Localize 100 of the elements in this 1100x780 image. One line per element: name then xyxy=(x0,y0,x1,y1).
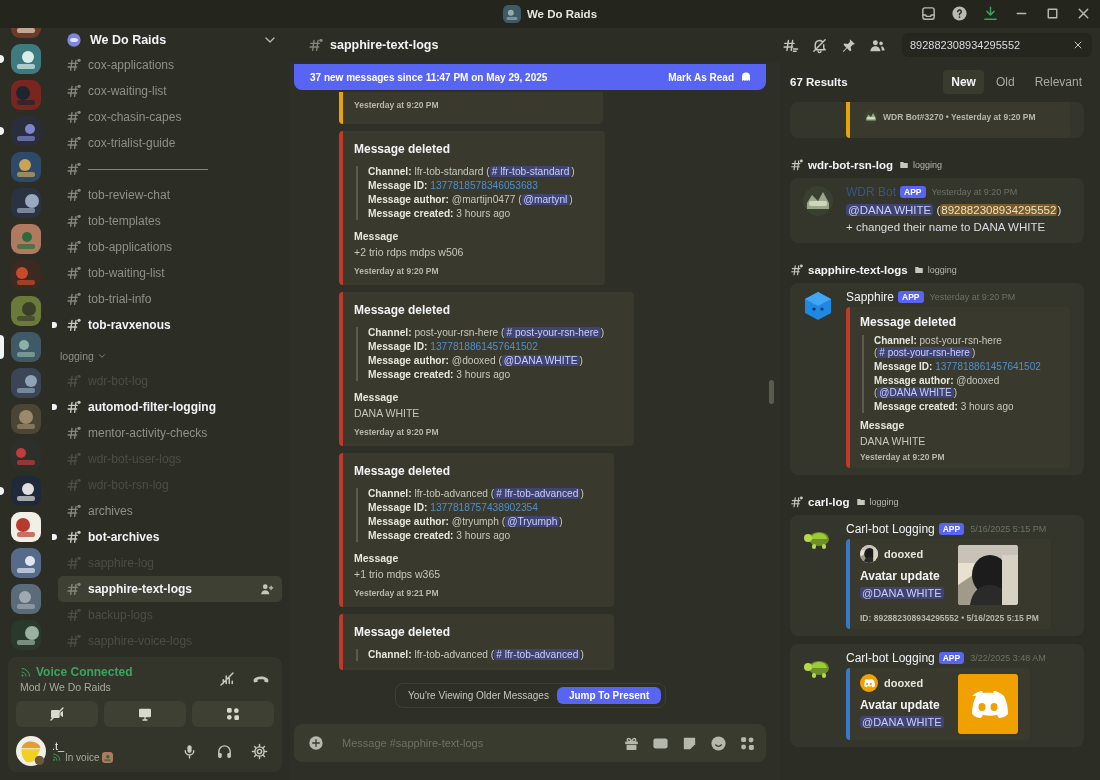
channel-icon xyxy=(790,263,804,277)
id-link[interactable]: 1377818757438902354 xyxy=(427,502,538,513)
jump-to-present-button[interactable]: Jump To Present xyxy=(556,687,662,704)
help-icon[interactable] xyxy=(951,5,968,22)
channel-icon xyxy=(66,425,82,441)
channel-item[interactable]: tob-ravxenous xyxy=(58,312,282,338)
server-icon[interactable] xyxy=(11,476,41,506)
mention-link[interactable]: # post-your-rsn-here xyxy=(877,347,972,358)
channel-item[interactable]: —————————— xyxy=(58,156,282,182)
channel-icon xyxy=(66,109,82,125)
mark-read-icon xyxy=(740,71,752,83)
activities-button[interactable] xyxy=(192,701,274,727)
screen-share-button[interactable] xyxy=(104,701,186,727)
embed-author: dooxed xyxy=(884,548,924,560)
mention-link[interactable]: @martynl xyxy=(521,194,570,205)
embed-title: Message deleted xyxy=(354,625,451,639)
server-icon[interactable] xyxy=(11,512,41,542)
mention-link[interactable]: # lfr-tob-standard xyxy=(489,166,572,177)
server-icon[interactable] xyxy=(11,44,41,74)
older-messages-text: You're Viewing Older Messages xyxy=(408,690,549,701)
id-link[interactable]: 1377818578346053683 xyxy=(427,180,538,191)
camera-off-button[interactable] xyxy=(16,701,98,727)
settings-icon[interactable] xyxy=(251,742,268,760)
headphones-icon[interactable] xyxy=(216,742,233,760)
id-link[interactable]: 1377818861457641502 xyxy=(932,361,1041,372)
mention-link[interactable]: # lfr-tob-advanced xyxy=(494,488,581,499)
channel-icon xyxy=(66,529,82,545)
channel-item[interactable]: cox-trialist-guide xyxy=(58,130,282,156)
attach-icon[interactable] xyxy=(308,735,324,751)
mention-link[interactable]: # post-your-rsn-here xyxy=(504,327,601,338)
author-avatar xyxy=(860,674,878,692)
mention-link[interactable]: @DANA WHITE xyxy=(501,355,580,366)
bot-avatar xyxy=(802,185,834,217)
mention-link[interactable]: @DANA WHITE xyxy=(877,387,954,398)
channel-item[interactable]: tob-applications xyxy=(58,234,282,260)
muted-bell-icon[interactable] xyxy=(811,36,828,54)
sort-tab[interactable]: Relevant xyxy=(1026,70,1090,94)
mention-link[interactable]: # lfr-tob-advanced xyxy=(494,649,581,660)
channel-icon xyxy=(66,373,82,389)
mention-link[interactable]: @DANA WHITE xyxy=(846,204,934,216)
channel-item[interactable]: tob-trial-info xyxy=(58,286,282,312)
server-icon[interactable] xyxy=(11,368,41,398)
result-channel[interactable]: wdr-bot-rsn-log xyxy=(808,159,893,171)
result-card[interactable]: WDR Bot#3270 • Yesterday at 9:20 PM xyxy=(790,102,1084,138)
category-header[interactable]: logging xyxy=(52,338,107,368)
channel-item[interactable]: tob-review-chat xyxy=(58,182,282,208)
inbox-icon[interactable] xyxy=(920,5,937,22)
channel-item[interactable]: cox-chasin-capes xyxy=(58,104,282,130)
user-status: In voice xyxy=(65,751,100,763)
channel-item[interactable]: cox-waiting-list xyxy=(58,78,282,104)
channel-item[interactable]: tob-templates xyxy=(58,208,282,234)
embed-field: Channel: post-your-rsn-here ( # post-your-rsn-here ) xyxy=(874,335,1058,359)
apps-icon[interactable] xyxy=(739,734,756,752)
channel-icon xyxy=(66,57,82,73)
embed-title: Message deleted xyxy=(354,142,451,156)
author-name[interactable]: Carl-bot Logging xyxy=(846,522,935,536)
channel-item[interactable]: cox-applications xyxy=(58,52,282,78)
download-icon[interactable] xyxy=(982,5,999,22)
server-icon[interactable] xyxy=(11,152,41,182)
author-name[interactable]: Sapphire xyxy=(846,290,895,304)
mention-link[interactable]: @DANA WHITE xyxy=(860,716,944,728)
sort-tab[interactable]: Old xyxy=(987,70,1023,94)
server-icon[interactable] xyxy=(11,188,41,218)
invite-icon[interactable] xyxy=(260,582,274,596)
embed-field: Message author: @tryumph ( @Tryumph ) xyxy=(368,516,563,528)
embed-title: Message deleted xyxy=(354,303,451,317)
result-category: logging xyxy=(927,265,957,275)
mention-link[interactable]: @Tryumph xyxy=(505,516,560,527)
mention-link[interactable]: @DANA WHITE xyxy=(860,587,944,599)
emoji-icon[interactable] xyxy=(710,734,727,752)
noise-suppression-icon[interactable] xyxy=(218,670,236,688)
author-name[interactable]: Carl-bot Logging xyxy=(846,651,935,665)
server-icon[interactable] xyxy=(11,548,41,578)
channel-item[interactable]: automod-filter-logging xyxy=(58,394,282,420)
result-category: logging xyxy=(869,497,899,507)
server-icon[interactable] xyxy=(11,332,41,362)
sort-tab[interactable]: New xyxy=(943,70,984,94)
voice-location[interactable]: Mod / We Do Raids xyxy=(20,681,111,693)
id-link[interactable]: 1377818861457641502 xyxy=(427,341,538,352)
server-header[interactable]: We Do Raids xyxy=(52,28,290,52)
channel-item[interactable]: mentor-activity-checks xyxy=(58,420,282,446)
result-channel[interactable]: sapphire-text-logs xyxy=(808,264,908,276)
mark-as-read-link[interactable]: Mark As Read xyxy=(668,71,752,83)
scrollbar[interactable] xyxy=(769,380,774,404)
channel-item[interactable]: sapphire-text-logs xyxy=(58,576,282,602)
clear-icon[interactable] xyxy=(1072,39,1084,51)
new-messages-bar[interactable]: 37 new messages since 11:47 PM on May 29, 2025 Mark As Read xyxy=(294,64,766,90)
server-icon[interactable] xyxy=(11,620,41,650)
channel-item[interactable]: archives xyxy=(58,498,282,524)
message-text: +2 trio rdps mdps w506 xyxy=(354,246,464,258)
server-icon[interactable] xyxy=(11,584,41,614)
embed-footer: Yesterday at 9:20 PM xyxy=(354,100,439,110)
channel-item[interactable]: tob-waiting-list xyxy=(58,260,282,286)
result-card[interactable] xyxy=(790,283,1084,475)
app-badge: APP xyxy=(938,523,965,535)
result-channel[interactable]: carl-log xyxy=(808,496,850,508)
user-avatar[interactable] xyxy=(16,736,46,766)
embed-field: Channel: lfr-tob-advanced ( # lfr-tob-advanced ) xyxy=(368,488,584,500)
channel-item[interactable]: bot-archives xyxy=(58,524,282,550)
search-field[interactable]: 892882308934295552 xyxy=(902,33,1092,57)
